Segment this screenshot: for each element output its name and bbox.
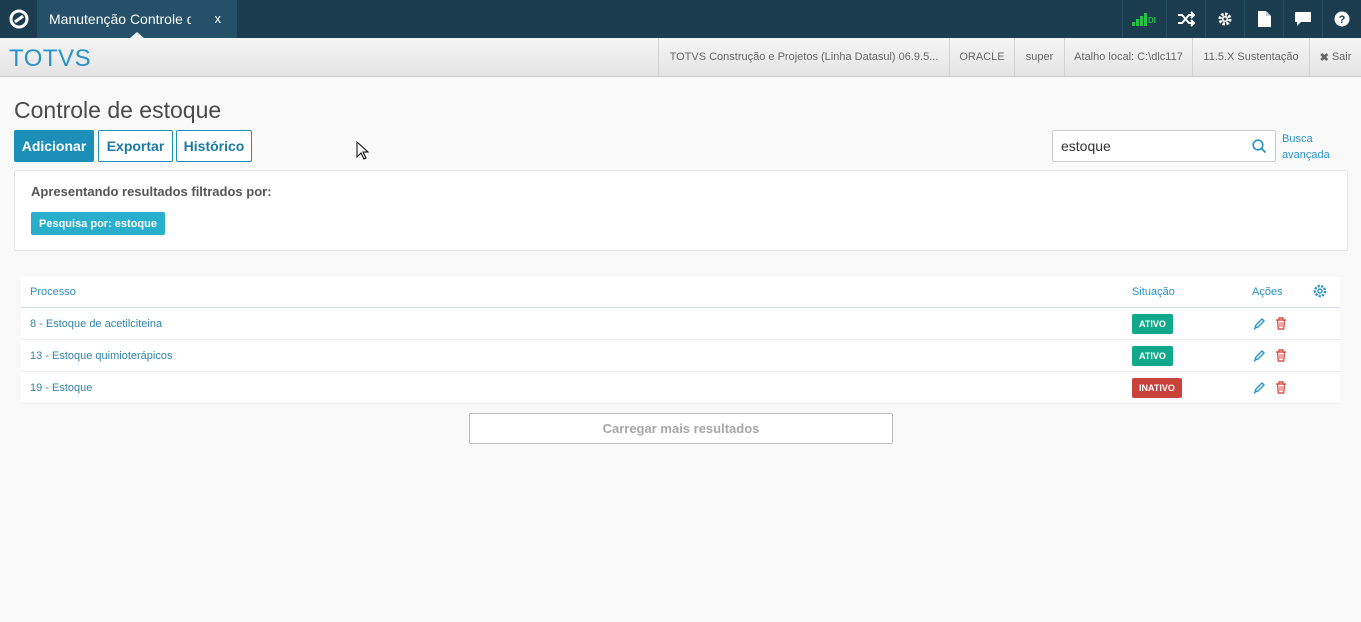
chat-icon[interactable]: [1283, 0, 1322, 38]
search-icon[interactable]: [1252, 139, 1267, 159]
load-more-button[interactable]: Carregar mais resultados: [469, 413, 893, 444]
gear-icon[interactable]: [1205, 0, 1244, 38]
shortcut-info: Atalho local: C:\dlc117: [1064, 38, 1192, 76]
trash-icon[interactable]: [1275, 317, 1287, 335]
search-input[interactable]: [1053, 131, 1243, 161]
filter-title: Apresentando resultados filtrados por:: [31, 184, 272, 199]
database-info: ORACLE: [949, 38, 1014, 76]
edit-icon[interactable]: [1253, 317, 1266, 335]
status-badge: ATIVO: [1132, 346, 1173, 366]
trash-icon[interactable]: [1275, 349, 1287, 367]
filter-panel: Apresentando resultados filtrados por: P…: [14, 170, 1348, 251]
sub-header: TOTVS TOTVS Construção e Projetos (Linha…: [0, 38, 1361, 77]
top-bar: Manutenção Controle de Estoque x DI ?: [0, 0, 1361, 38]
column-header-status[interactable]: Situação: [1132, 286, 1175, 298]
export-button[interactable]: Exportar: [98, 130, 173, 162]
search-box: [1052, 130, 1276, 162]
top-icons: DI ?: [1122, 0, 1361, 38]
status-badge: INATIVO: [1132, 378, 1182, 398]
process-link[interactable]: 13 - Estoque quimioterápicos: [30, 350, 172, 362]
svg-text:?: ?: [1339, 14, 1346, 26]
tab-close-button[interactable]: x: [215, 11, 222, 26]
logout-label: Sair: [1331, 51, 1352, 63]
mouse-cursor-icon: [356, 140, 370, 166]
add-button[interactable]: Adicionar: [14, 130, 94, 162]
process-table: Processo Situação Ações 8 - Estoque de a…: [21, 277, 1340, 404]
help-icon[interactable]: ?: [1322, 0, 1361, 38]
version-info: 11.5.X Sustentação: [1192, 38, 1309, 76]
totvs-menu-icon[interactable]: [0, 0, 37, 38]
advanced-search-label-2: avançada: [1282, 149, 1330, 161]
column-header-process[interactable]: Processo: [30, 286, 76, 298]
signal-icon[interactable]: DI: [1122, 0, 1166, 38]
product-info: TOTVS Construção e Projetos (Linha Datas…: [658, 38, 949, 76]
shuffle-icon[interactable]: [1166, 0, 1205, 38]
table-row: 8 - Estoque de acetilciteina ATIVO: [21, 308, 1340, 340]
filter-chip[interactable]: Pesquisa por: estoque: [31, 212, 165, 235]
page-title: Controle de estoque: [14, 97, 222, 123]
logout-button[interactable]: ✖ Sair: [1309, 38, 1361, 76]
process-link[interactable]: 8 - Estoque de acetilciteina: [30, 318, 162, 330]
brand-logo: TOTVS: [9, 45, 92, 72]
edit-icon[interactable]: [1253, 349, 1266, 367]
tab-label: Manutenção Controle de Estoque: [49, 11, 191, 27]
column-header-actions: Ações: [1252, 286, 1283, 298]
close-icon: ✖: [1319, 51, 1329, 64]
column-settings-icon[interactable]: [1313, 284, 1327, 301]
history-button[interactable]: Histórico: [176, 130, 252, 162]
tab-manutencao-controle[interactable]: Manutenção Controle de Estoque x: [37, 0, 237, 38]
table-row: 19 - Estoque INATIVO: [21, 372, 1340, 404]
table-row: 13 - Estoque quimioterápicos ATIVO: [21, 340, 1340, 372]
signal-label: DI: [1148, 16, 1156, 25]
advanced-search-label-1: Busca: [1282, 133, 1313, 145]
trash-icon[interactable]: [1275, 381, 1287, 399]
user-info: super: [1014, 38, 1064, 76]
process-link[interactable]: 19 - Estoque: [30, 382, 92, 394]
status-badge: ATIVO: [1132, 314, 1173, 334]
table-header: Processo Situação Ações: [21, 277, 1340, 308]
advanced-search-link[interactable]: Busca avançada: [1282, 131, 1342, 163]
edit-icon[interactable]: [1253, 381, 1266, 399]
document-icon[interactable]: [1244, 0, 1283, 38]
